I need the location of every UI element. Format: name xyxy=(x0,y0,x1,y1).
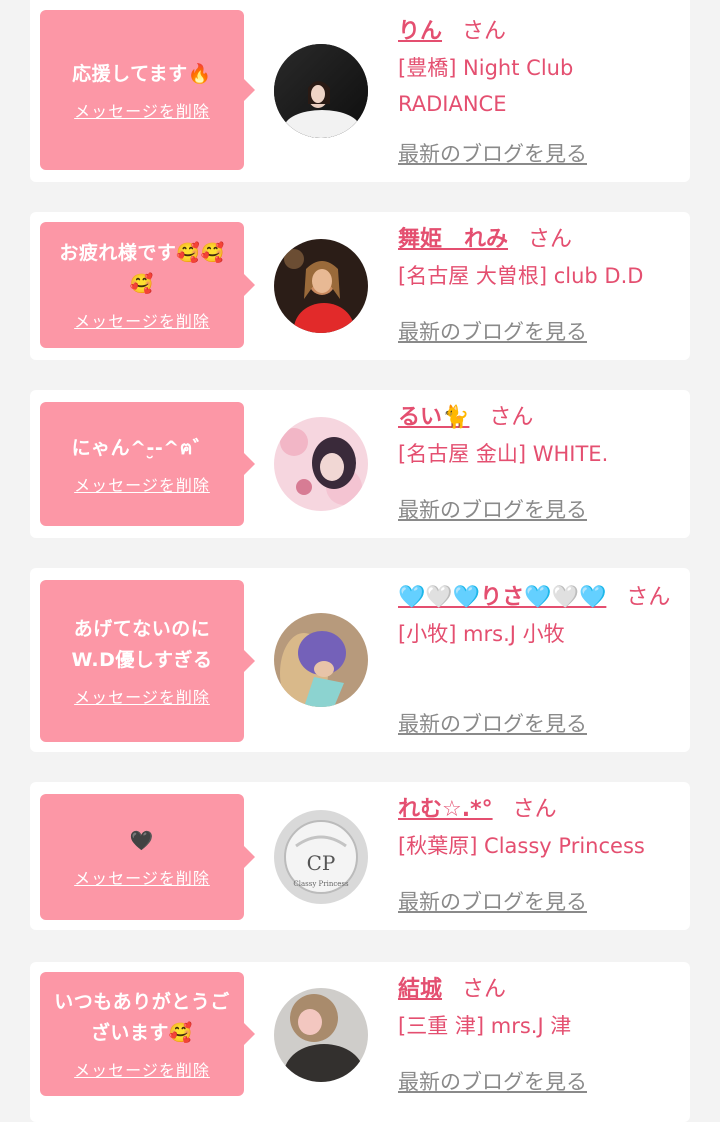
honorific: さん xyxy=(512,797,557,822)
avatar-image xyxy=(274,613,368,707)
shop-info: [名古屋 金山] WHITE. xyxy=(398,442,609,466)
delete-message-link[interactable]: メッセージを削除 xyxy=(74,865,210,889)
delete-message-link[interactable]: メッセージを削除 xyxy=(74,472,210,496)
message-card: 🖤 メッセージを削除 CP Classy Princess れむ☆.*° さん [… xyxy=(30,782,690,930)
card-info: れむ☆.*° さん [秋葉原] Classy Princess xyxy=(398,792,676,864)
delete-message-link[interactable]: メッセージを削除 xyxy=(74,1057,210,1081)
message-card: いつもありがとうございます🥰 メッセージを削除 結城 さん [三重 津] mrs.… xyxy=(30,962,690,1122)
message-card: 応援してます🔥 メッセージを削除 りん さん [豊橋] Night Club RA… xyxy=(30,0,690,182)
blog-link[interactable]: 最新のブログを見る xyxy=(398,316,587,346)
blog-link[interactable]: 最新のブログを見る xyxy=(398,886,587,916)
cast-name-link[interactable]: 結城 xyxy=(398,977,442,1002)
shop-info: [小牧] mrs.J 小牧 xyxy=(398,622,565,646)
card-info: るい🐈 さん [名古屋 金山] WHITE. xyxy=(398,400,676,472)
blog-link[interactable]: 最新のブログを見る xyxy=(398,138,587,168)
honorific: さん xyxy=(528,227,573,252)
message-text: 🖤 xyxy=(129,829,155,852)
message-text: あげてないのにW.D優しすぎる xyxy=(71,618,213,671)
avatar[interactable] xyxy=(274,417,368,511)
delete-message-link[interactable]: メッセージを削除 xyxy=(74,98,210,122)
honorific: さん xyxy=(489,405,534,430)
shop-info: [三重 津] mrs.J 津 xyxy=(398,1014,572,1038)
honorific: さん xyxy=(462,19,507,44)
svg-text:CP: CP xyxy=(307,851,336,875)
card-info: りん さん [豊橋] Night Club RADIANCE xyxy=(398,14,676,122)
card-info: 🩵🤍🩵りさ🩵🤍🩵 さん [小牧] mrs.J 小牧 xyxy=(398,580,676,652)
avatar-image xyxy=(274,44,368,138)
avatar[interactable] xyxy=(274,988,368,1082)
cast-name-link[interactable]: るい🐈 xyxy=(398,405,469,430)
avatar-image xyxy=(274,239,368,333)
avatar-image xyxy=(274,417,368,511)
avatar[interactable] xyxy=(274,44,368,138)
card-info: 舞姫 れみ さん [名古屋 大曽根] club D.D xyxy=(398,222,676,294)
message-bubble: いつもありがとうございます🥰 メッセージを削除 xyxy=(40,972,255,1096)
logo-text: Classy Princess xyxy=(293,880,349,888)
message-card: にゃん^-̮-^ฅ゛ メッセージを削除 るい🐈 さん [名古屋 金山] WHITE… xyxy=(30,390,690,538)
avatar[interactable]: CP Classy Princess xyxy=(274,810,368,904)
blog-link[interactable]: 最新のブログを見る xyxy=(398,494,587,524)
blog-link[interactable]: 最新のブログを見る xyxy=(398,708,587,738)
shop-info: [名古屋 大曽根] club D.D xyxy=(398,264,644,288)
message-bubble: 応援してます🔥 メッセージを削除 xyxy=(40,10,255,170)
message-card: お疲れ様です🥰🥰🥰 メッセージを削除 舞姫 れみ さん [名古屋 大曽根] clu… xyxy=(30,212,690,360)
message-bubble: 🖤 メッセージを削除 xyxy=(40,794,255,920)
cast-name-link[interactable]: 舞姫 れみ xyxy=(398,227,508,252)
message-bubble: あげてないのにW.D優しすぎる メッセージを削除 xyxy=(40,580,255,742)
classy-princess-logo: CP Classy Princess xyxy=(274,810,368,904)
honorific: さん xyxy=(626,585,671,610)
cast-name-link[interactable]: 🩵🤍🩵りさ🩵🤍🩵 xyxy=(398,585,606,610)
shop-info: [秋葉原] Classy Princess xyxy=(398,834,645,858)
avatar[interactable] xyxy=(274,613,368,707)
message-bubble: にゃん^-̮-^ฅ゛ メッセージを削除 xyxy=(40,402,255,526)
card-info: 結城 さん [三重 津] mrs.J 津 xyxy=(398,972,676,1044)
message-card: あげてないのにW.D優しすぎる メッセージを削除 🩵🤍🩵りさ🩵🤍🩵 さん [小牧]… xyxy=(30,568,690,752)
cast-name-link[interactable]: れむ☆.*° xyxy=(398,797,493,822)
cast-name-link[interactable]: りん xyxy=(398,19,442,44)
message-bubble: お疲れ様です🥰🥰🥰 メッセージを削除 xyxy=(40,222,255,348)
message-text: お疲れ様です🥰🥰🥰 xyxy=(59,242,225,295)
delete-message-link[interactable]: メッセージを削除 xyxy=(74,684,210,708)
avatar-image xyxy=(274,988,368,1082)
message-text: いつもありがとうございます🥰 xyxy=(54,991,230,1044)
delete-message-link[interactable]: メッセージを削除 xyxy=(74,308,210,332)
shop-info: [豊橋] Night Club RADIANCE xyxy=(398,56,574,116)
message-text: にゃん^-̮-^ฅ゛ xyxy=(71,436,213,459)
message-text: 応援してます🔥 xyxy=(72,62,212,85)
honorific: さん xyxy=(462,977,507,1002)
blog-link[interactable]: 最新のブログを見る xyxy=(398,1066,587,1096)
avatar[interactable] xyxy=(274,239,368,333)
